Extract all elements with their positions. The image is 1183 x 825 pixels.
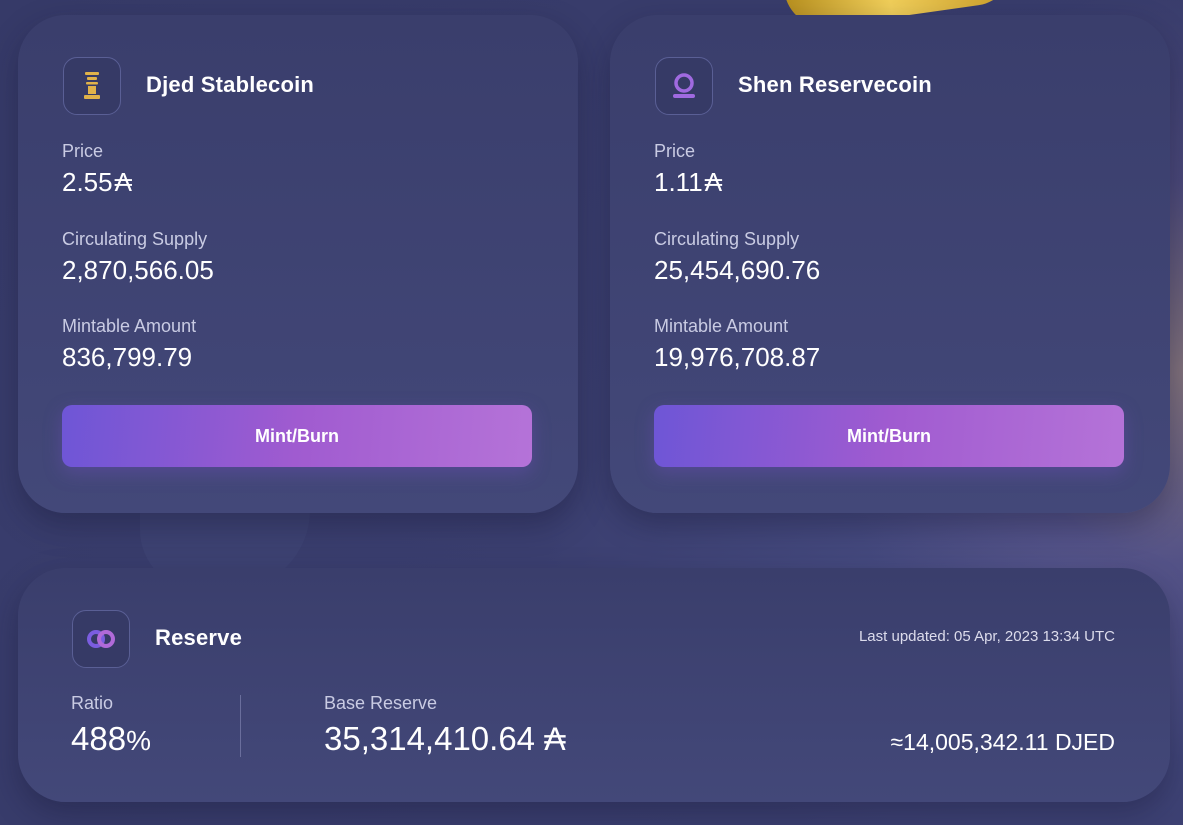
- last-updated-text: Last updated: 05 Apr, 2023 13:34 UTC: [858, 628, 1115, 645]
- price-number: 1.11: [654, 167, 703, 197]
- divider: [240, 695, 241, 757]
- card-title: Shen Reservecoin: [738, 72, 932, 97]
- circulating-supply-value: 25,454,690.76: [654, 255, 821, 285]
- mintable-amount-label: Mintable Amount: [654, 316, 789, 336]
- card-title: Djed Stablecoin: [146, 72, 315, 97]
- ratio-label: Ratio: [71, 693, 114, 713]
- mintable-amount-value: 836,799.79: [62, 342, 193, 372]
- base-reserve-value: 35,314,410.64 ₳: [324, 720, 566, 758]
- djed-mint-burn-button[interactable]: Mint/Burn: [62, 405, 532, 467]
- ada-symbol-icon: ₳: [114, 167, 132, 197]
- djed-equivalent-value: ≈14,005,342.11 DJED: [890, 729, 1115, 755]
- reserve-card: Reserve Last updated: 05 Apr, 2023 13:34…: [18, 568, 1170, 802]
- mintable-amount-label: Mintable Amount: [62, 316, 197, 336]
- percent-sign: %: [126, 725, 151, 756]
- circulating-supply-value: 2,870,566.05: [62, 255, 214, 285]
- base-reserve-label: Base Reserve: [324, 693, 438, 713]
- price-label: Price: [654, 141, 696, 161]
- djed-pillar-icon: [63, 57, 121, 115]
- price-label: Price: [62, 141, 104, 161]
- shen-mint-burn-button[interactable]: Mint/Burn: [654, 405, 1124, 467]
- reserve-cycle-icon: [72, 610, 130, 668]
- shen-ring-icon: [655, 57, 713, 115]
- ratio-value: 488%: [71, 720, 151, 758]
- price-value: 2.55₳: [62, 167, 132, 198]
- ada-symbol-icon: ₳: [544, 721, 566, 757]
- ratio-number: 488: [71, 720, 127, 757]
- price-number: 2.55: [62, 167, 113, 197]
- circulating-supply-label: Circulating Supply: [654, 229, 800, 249]
- base-reserve-number: 35,314,410.64: [324, 720, 536, 757]
- shen-reservecoin-card: Shen Reservecoin Price 1.11₳ Circulating…: [610, 15, 1170, 513]
- circulating-supply-label: Circulating Supply: [62, 229, 208, 249]
- card-title: Reserve: [155, 625, 243, 650]
- price-value: 1.11₳: [654, 167, 722, 198]
- mintable-amount-value: 19,976,708.87: [654, 342, 821, 372]
- djed-stablecoin-card: Djed Stablecoin Price 2.55₳ Circulating …: [18, 15, 578, 513]
- ada-symbol-icon: ₳: [704, 167, 723, 197]
